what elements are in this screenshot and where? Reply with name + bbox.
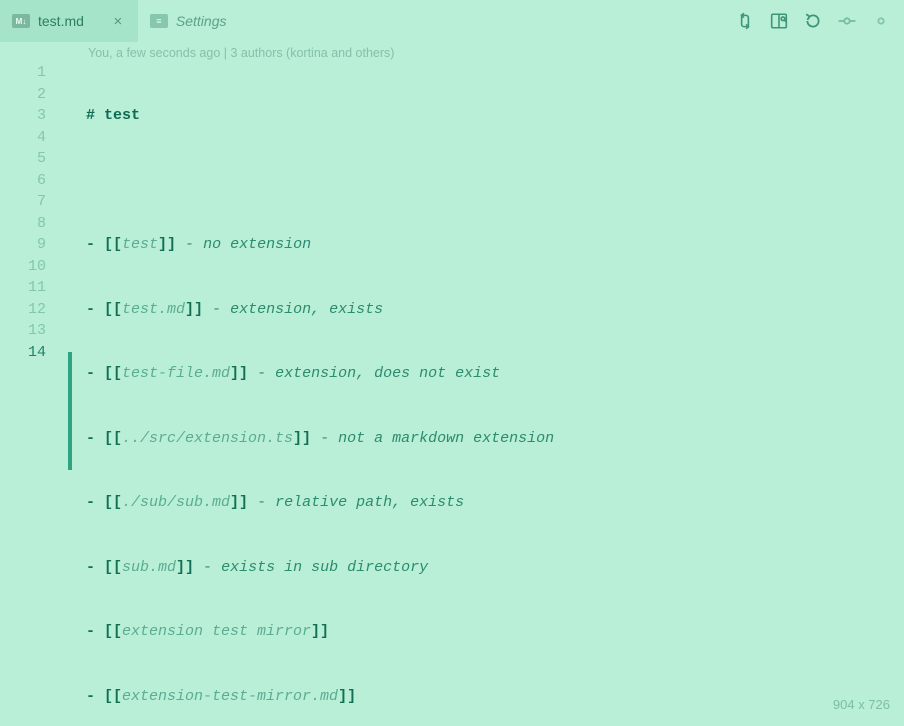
editor[interactable]: 1 2 3 4 5 6 7 8 9 10 11 12 13 14 # test … xyxy=(0,62,904,726)
bullet-line: - [[sub.md]] - exists in sub directory xyxy=(86,557,882,579)
heading-text: # test xyxy=(86,107,140,124)
bullet-line: - [[test.md]] - extension, exists xyxy=(86,299,882,321)
line-number: 14 xyxy=(0,342,46,364)
commit-icon-2[interactable] xyxy=(872,12,890,30)
commit-icon[interactable] xyxy=(838,12,856,30)
line-number: 11 xyxy=(0,277,46,299)
bullet-line: - [[extension-test-mirror.md]] xyxy=(86,686,882,708)
tab-test-md[interactable]: M↓ test.md × xyxy=(0,0,138,42)
code-content[interactable]: # test - [[test]] - no extension - [[tes… xyxy=(62,62,882,726)
line-number: 9 xyxy=(0,234,46,256)
line-number: 6 xyxy=(0,170,46,192)
revert-icon[interactable] xyxy=(804,12,822,30)
bullet-line: - [[./sub/sub.md]] - relative path, exis… xyxy=(86,492,882,514)
line-number: 5 xyxy=(0,148,46,170)
line-number: 8 xyxy=(0,213,46,235)
blame-annotation: You, a few seconds ago | 3 authors (kort… xyxy=(0,44,904,62)
dimensions-label: 904 x 726 xyxy=(833,697,890,712)
compare-changes-icon[interactable] xyxy=(736,12,754,30)
line-number: 3 xyxy=(0,105,46,127)
line-number: 4 xyxy=(0,127,46,149)
line-number: 12 xyxy=(0,299,46,321)
open-preview-side-icon[interactable] xyxy=(770,12,788,30)
bullet-line: - [[../src/extension.ts]] - not a markdo… xyxy=(86,428,882,450)
close-icon[interactable]: × xyxy=(110,13,126,29)
editor-toolbar xyxy=(736,12,894,30)
line-number: 2 xyxy=(0,84,46,106)
tab-label: test.md xyxy=(38,13,84,29)
line-number: 7 xyxy=(0,191,46,213)
tabs: M↓ test.md × ≡ Settings xyxy=(0,0,736,42)
bullet-line: - [[test-file.md]] - extension, does not… xyxy=(86,363,882,385)
markdown-file-icon: M↓ xyxy=(12,14,30,28)
line-number: 1 xyxy=(0,62,46,84)
bullet-line: - [[test]] - no extension xyxy=(86,234,882,256)
settings-file-icon: ≡ xyxy=(150,14,168,28)
tab-label: Settings xyxy=(176,13,227,29)
tab-bar: M↓ test.md × ≡ Settings xyxy=(0,0,904,42)
line-number: 10 xyxy=(0,256,46,278)
line-number-gutter: 1 2 3 4 5 6 7 8 9 10 11 12 13 14 xyxy=(0,62,62,726)
tab-settings[interactable]: ≡ Settings xyxy=(138,0,239,42)
line-number: 13 xyxy=(0,320,46,342)
bullet-line: - [[extension test mirror]] xyxy=(86,621,882,643)
